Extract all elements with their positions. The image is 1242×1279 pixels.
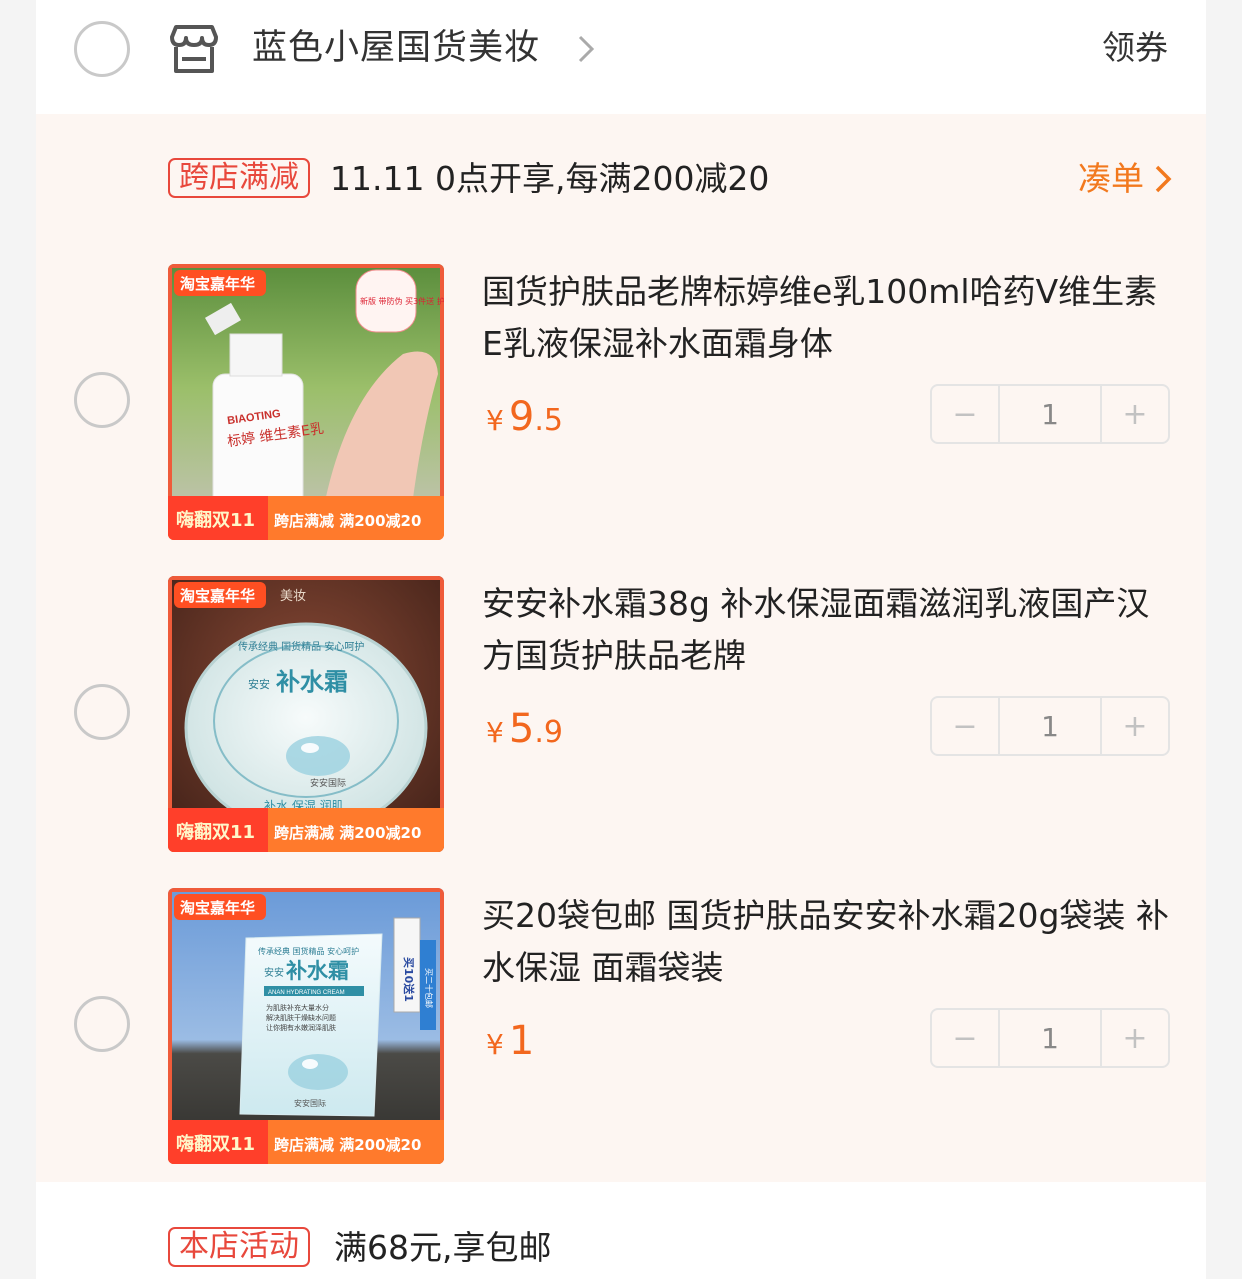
- chevron-right-icon: [1155, 165, 1172, 193]
- thumb-badge: 淘宝嘉年华: [179, 899, 255, 917]
- item-price: ¥ 9.5: [486, 394, 563, 440]
- chevron-right-icon[interactable]: [576, 34, 596, 64]
- addon-label: 凑单: [1078, 159, 1144, 198]
- thumb-bottom-right: 跨店满减 满200减20: [274, 824, 421, 842]
- promo-tag: 跨店满减: [168, 158, 310, 198]
- plus-button[interactable]: +: [1102, 1010, 1168, 1066]
- store-icon: [170, 25, 218, 73]
- product-image[interactable]: BIAOTING 标婷 维生素E乳 新版 带防伪 买3件送 护手霜 淘宝嘉年华 …: [168, 264, 444, 540]
- product-image[interactable]: 传承经典 国货精品 安心呵护 安安 补水霜 安安国际 补水 保湿 润肌 美妆 淘…: [168, 576, 444, 852]
- cart-item: 传承经典 国货精品 安心呵护 安安 补水霜 安安国际 补水 保湿 润肌 美妆 淘…: [36, 576, 1206, 856]
- store-activity-tag: 本店活动: [168, 1227, 310, 1267]
- minus-button[interactable]: −: [932, 386, 998, 442]
- thumb-bottom-right: 跨店满减 满200减20: [274, 512, 421, 530]
- jar-small-text: 安安: [248, 677, 270, 691]
- product-image[interactable]: 传承经典 国货精品 安心呵护 安安 补水霜 ANAN HYDRATING CRE…: [168, 888, 444, 1164]
- pack-desc-3: 让你拥有水嫩润泽肌肤: [266, 1023, 336, 1032]
- shop-select-radio[interactable]: [74, 21, 130, 77]
- cross-store-promo: 跨店满减 11.11 0点开享,每满200减20 凑单: [36, 158, 1206, 202]
- promo-section: 跨店满减 11.11 0点开享,每满200减20 凑单 BIAOTING 标婷 …: [36, 114, 1206, 1182]
- store-activity: 本店活动 满68元,享包邮: [36, 1182, 1206, 1279]
- cart-item: BIAOTING 标婷 维生素E乳 新版 带防伪 买3件送 护手霜 淘宝嘉年华 …: [36, 264, 1206, 544]
- quantity-input[interactable]: 1: [998, 698, 1102, 754]
- quantity-stepper: − 1 +: [930, 384, 1170, 444]
- quantity-stepper: − 1 +: [930, 696, 1170, 756]
- thumb-badge: 淘宝嘉年华: [179, 275, 255, 293]
- jar-ring-text: 传承经典 国货精品 安心呵护: [238, 640, 364, 653]
- price-integer: 9: [508, 394, 535, 440]
- thumb-corner-note: 新版 带防伪 买3件送 护手霜: [360, 296, 444, 306]
- minus-button[interactable]: −: [932, 698, 998, 754]
- shop-name[interactable]: 蓝色小屋国货美妆: [252, 24, 540, 72]
- thumb-watermark: 美妆: [280, 589, 306, 604]
- store-activity-text: 满68元,享包邮: [334, 1228, 552, 1267]
- plus-button[interactable]: +: [1102, 698, 1168, 754]
- thumb-bottom-left: 嗨翻双11: [176, 1133, 255, 1155]
- minus-button[interactable]: −: [932, 1010, 998, 1066]
- item-title[interactable]: 国货护肤品老牌标婷维e乳100ml哈药V维生素E乳液保湿补水面霜身体: [482, 266, 1172, 370]
- pack-en-text: ANAN HYDRATING CREAM: [268, 990, 345, 996]
- promo-text: 11.11 0点开享,每满200减20: [330, 159, 770, 198]
- pack-brand: 安安国际: [294, 1098, 326, 1108]
- thumb-bottom-right: 跨店满减 满200减20: [274, 1136, 421, 1154]
- quantity-input[interactable]: 1: [998, 1010, 1102, 1066]
- price-decimal: .9: [534, 715, 563, 750]
- thumb-bottom-left: 嗨翻双11: [176, 821, 255, 843]
- item-select-radio[interactable]: [74, 996, 130, 1052]
- jar-brand: 安安国际: [310, 777, 346, 789]
- price-symbol: ¥: [486, 1028, 504, 1061]
- item-select-radio[interactable]: [74, 372, 130, 428]
- pack-side-tag-2: 买二十包邮: [424, 968, 434, 1008]
- coupon-button[interactable]: 领券: [1102, 24, 1168, 72]
- plus-button[interactable]: +: [1102, 386, 1168, 442]
- addon-button[interactable]: 凑单: [1078, 158, 1172, 200]
- quantity-stepper: − 1 +: [930, 1008, 1170, 1068]
- item-price: ¥ 5.9: [486, 706, 563, 752]
- item-select-radio[interactable]: [74, 684, 130, 740]
- pack-side-tag: 买10送1: [402, 957, 416, 1002]
- price-symbol: ¥: [486, 716, 504, 749]
- cart-item: 传承经典 国货精品 安心呵护 安安 补水霜 ANAN HYDRATING CRE…: [36, 888, 1206, 1168]
- quantity-input[interactable]: 1: [998, 386, 1102, 442]
- price-symbol: ¥: [486, 404, 504, 437]
- pack-desc-2: 解决肌肤干燥缺水问题: [266, 1013, 336, 1022]
- thumb-badge: 淘宝嘉年华: [179, 587, 255, 605]
- price-integer: 1: [508, 1018, 535, 1064]
- shop-cart-card: 蓝色小屋国货美妆 领券 跨店满减 11.11 0点开享,每满200减20 凑单: [36, 0, 1206, 1279]
- item-title[interactable]: 安安补水霜38g 补水保湿面霜滋润乳液国产汉方国货护肤品老牌: [482, 578, 1172, 682]
- shop-header: 蓝色小屋国货美妆 领券: [36, 0, 1206, 114]
- price-integer: 5: [508, 706, 535, 752]
- item-price: ¥ 1: [486, 1018, 534, 1064]
- pack-top-text: 传承经典 国货精品 安心呵护: [258, 946, 359, 956]
- pack-small-text: 安安: [264, 966, 284, 979]
- item-title[interactable]: 买20袋包邮 国货护肤品安安补水霜20g袋装 补水保湿 面霜袋装: [482, 890, 1172, 994]
- thumb-bottom-left: 嗨翻双11: [176, 509, 255, 531]
- pack-title: 补水霜: [285, 959, 349, 983]
- pack-desc-1: 为肌肤补充大量水分: [266, 1003, 329, 1012]
- price-decimal: .5: [534, 403, 563, 438]
- jar-text: 补水霜: [276, 668, 348, 696]
